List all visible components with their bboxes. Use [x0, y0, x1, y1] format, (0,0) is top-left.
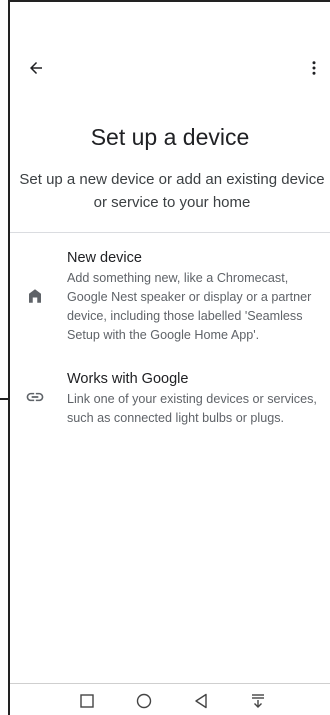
app-bar	[10, 48, 330, 88]
recent-apps-button[interactable]	[77, 692, 97, 710]
new-device-option[interactable]: New device Add something new, like a Chr…	[10, 250, 330, 350]
arrow-back-icon	[30, 62, 42, 74]
circle-home-icon	[136, 693, 152, 709]
arrow-down-icon	[252, 694, 264, 708]
home-button[interactable]	[134, 692, 154, 710]
device-bezel-left	[8, 0, 10, 715]
divider	[10, 232, 330, 233]
triangle-back-icon	[195, 693, 207, 709]
square-recent-icon	[80, 694, 94, 708]
option-title: New device	[67, 250, 142, 266]
system-back-button[interactable]	[191, 692, 211, 710]
option-title: Works with Google	[67, 371, 189, 387]
screen: Set up a device Set up a new device or a…	[0, 0, 330, 715]
option-description: Link one of your existing devices or ser…	[67, 392, 317, 425]
device-bezel-top	[8, 0, 330, 2]
works-with-google-option[interactable]: Works with Google Link one of your exist…	[10, 371, 330, 431]
system-nav-bar	[10, 683, 330, 715]
page-title: Set up a device	[90, 124, 250, 150]
page-subtitle: Set up a new device or add an existing d…	[19, 171, 325, 211]
device-side-button	[0, 398, 9, 400]
notification-pull-button[interactable]	[248, 692, 268, 710]
option-description: Add something new, like a Chromecast, Go…	[67, 271, 312, 342]
back-button[interactable]	[22, 54, 50, 82]
more-options-button[interactable]	[300, 54, 328, 82]
link-icon	[24, 386, 46, 408]
home-icon	[24, 285, 46, 307]
more-vert-icon	[312, 61, 316, 75]
